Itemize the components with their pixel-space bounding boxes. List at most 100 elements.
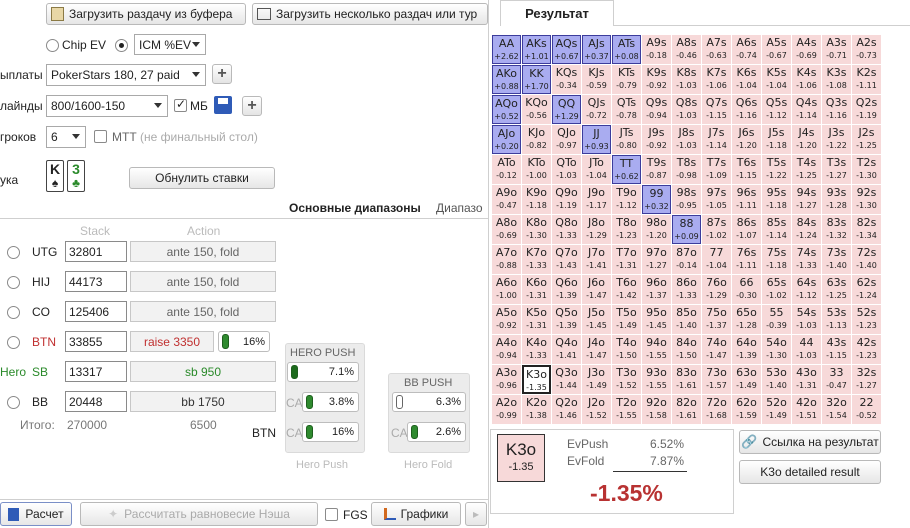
hand-card-2[interactable]: 3 ♣ [67, 160, 85, 192]
hand-cell[interactable]: AJo +0.20 [492, 125, 521, 154]
hand-cell[interactable]: J7s -1.14 [702, 125, 731, 154]
hand-cell[interactable]: 76s -1.11 [732, 245, 761, 274]
hand-cell[interactable]: 98s -0.95 [672, 185, 701, 214]
tab-result[interactable]: Результат [500, 0, 614, 26]
hand-cell[interactable]: T9s -0.87 [642, 155, 671, 184]
hand-cell[interactable]: Q3s -1.16 [822, 95, 851, 124]
hand-cell[interactable]: T4o -1.50 [612, 335, 641, 364]
hand-cell[interactable]: 62o -1.59 [732, 395, 761, 424]
hand-cell[interactable]: K7s -1.06 [702, 65, 731, 94]
hand-cell[interactable]: 43o -1.31 [792, 365, 821, 394]
seat-hij-radio[interactable] [7, 276, 20, 289]
hand-cell[interactable]: K4o -1.33 [522, 335, 551, 364]
hand-cell[interactable]: A4s -0.69 [792, 35, 821, 64]
hand-cell[interactable]: J5s -1.18 [762, 125, 791, 154]
hand-cell[interactable]: K3o -1.35 [522, 365, 551, 394]
hand-cell[interactable]: J9o -1.17 [582, 185, 611, 214]
hand-cell[interactable]: 75s -1.18 [762, 245, 791, 274]
seat-bb-stack[interactable]: 20448 [65, 391, 127, 412]
hand-cell[interactable]: K8s -1.03 [672, 65, 701, 94]
hand-cell[interactable]: T2o -1.55 [612, 395, 641, 424]
hand-cell[interactable]: 95o -1.45 [642, 305, 671, 334]
hand-cell[interactable]: K6s -1.04 [732, 65, 761, 94]
seat-sb-action[interactable]: sb 950 [130, 361, 276, 382]
hand-cell[interactable]: 64o -1.39 [732, 335, 761, 364]
tab-ranges[interactable]: Диапазо [436, 201, 483, 215]
hand-cell[interactable]: K3s -1.08 [822, 65, 851, 94]
seat-btn-radio[interactable] [7, 336, 20, 349]
hand-cell[interactable]: 83s -1.32 [822, 215, 851, 244]
hand-cell[interactable]: Q4s -1.14 [792, 95, 821, 124]
seat-bb-radio[interactable] [7, 396, 20, 409]
hand-cell[interactable]: 55 -0.39 [762, 305, 791, 334]
hero-ca2-slider[interactable]: 16% [302, 422, 359, 442]
hand-cell[interactable]: A8o -0.69 [492, 215, 521, 244]
hand-cell[interactable]: 72o -1.68 [702, 395, 731, 424]
hand-cell[interactable]: KQs -0.34 [552, 65, 581, 94]
hand-cell[interactable]: Q6s -1.16 [732, 95, 761, 124]
hand-cell[interactable]: 65o -1.28 [732, 305, 761, 334]
hand-cell[interactable]: 54o -1.30 [762, 335, 791, 364]
hand-cell[interactable]: QJs -0.72 [582, 95, 611, 124]
hand-cell[interactable]: 99 +0.32 [642, 185, 671, 214]
hand-cell[interactable]: K8o -1.30 [522, 215, 551, 244]
hand-cell[interactable]: JJ +0.93 [582, 125, 611, 154]
players-select[interactable]: 6 [46, 126, 86, 148]
hand-cell[interactable]: 65s -1.02 [762, 275, 791, 304]
hand-cell[interactable]: 52o -1.49 [762, 395, 791, 424]
hand-cell[interactable]: KQo -0.56 [522, 95, 551, 124]
hand-cell[interactable]: T8s -0.98 [672, 155, 701, 184]
result-link-button[interactable]: 🔗 Ссылка на результат [739, 430, 881, 454]
bb-ca-slider[interactable]: 2.6% [407, 422, 466, 442]
hand-cell[interactable]: Q3o -1.44 [552, 365, 581, 394]
save-icon[interactable] [214, 96, 232, 114]
hand-cell[interactable]: KJs -0.59 [582, 65, 611, 94]
hand-cell[interactable]: 63o -1.49 [732, 365, 761, 394]
seat-sb-stack[interactable]: 13317 [65, 361, 127, 382]
hand-cell[interactable]: J8o -1.29 [582, 215, 611, 244]
hand-cell[interactable]: KTo -1.00 [522, 155, 551, 184]
hand-cell[interactable]: 32s -1.27 [852, 365, 881, 394]
hand-cell[interactable]: Q7s -1.15 [702, 95, 731, 124]
hand-cell[interactable]: T6s -1.15 [732, 155, 761, 184]
hand-cell[interactable]: J9s -0.92 [642, 125, 671, 154]
icm-ev-radio[interactable] [115, 39, 128, 52]
hand-cell[interactable]: T4s -1.25 [792, 155, 821, 184]
hand-cell[interactable]: J3s -1.22 [822, 125, 851, 154]
hand-cell[interactable]: J6s -1.20 [732, 125, 761, 154]
seat-co-radio[interactable] [7, 306, 20, 319]
hand-cell[interactable]: T5s -1.22 [762, 155, 791, 184]
hero-push-slider[interactable]: 7.1% [287, 362, 359, 382]
hand-cell[interactable]: Q5s -1.12 [762, 95, 791, 124]
hand-cell[interactable]: 86s -1.07 [732, 215, 761, 244]
hand-cell[interactable]: T8o -1.23 [612, 215, 641, 244]
hand-cell[interactable]: 87o -0.14 [672, 245, 701, 274]
hand-card-1[interactable]: K ♠ [46, 160, 64, 192]
mtt-checkbox[interactable] [94, 130, 107, 143]
hand-cell[interactable]: 73s -1.40 [822, 245, 851, 274]
hand-cell[interactable]: Q2s -1.19 [852, 95, 881, 124]
hand-cell[interactable]: Q8s -1.03 [672, 95, 701, 124]
hand-cell[interactable]: 33 -0.47 [822, 365, 851, 394]
add-payout-button[interactable]: + [212, 64, 232, 84]
hand-cell[interactable]: Q5o -1.39 [552, 305, 581, 334]
hand-cell[interactable]: 92o -1.58 [642, 395, 671, 424]
chip-ev-radio[interactable] [46, 39, 59, 52]
hand-cell[interactable]: 53s -1.13 [822, 305, 851, 334]
hand-cell[interactable]: A2s -0.73 [852, 35, 881, 64]
hand-cell[interactable]: QTs -0.78 [612, 95, 641, 124]
hand-cell[interactable]: 88 +0.09 [672, 215, 701, 244]
hand-cell[interactable]: AJs +0.37 [582, 35, 611, 64]
bb-push-slider[interactable]: 6.3% [392, 392, 466, 412]
hand-cell[interactable]: A6s -0.74 [732, 35, 761, 64]
seat-utg-stack[interactable]: 32801 [65, 241, 127, 262]
hand-cell[interactable]: 86o -1.33 [672, 275, 701, 304]
seat-hij-stack[interactable]: 44173 [65, 271, 127, 292]
seat-bb-action[interactable]: bb 1750 [130, 391, 276, 412]
more-button[interactable]: ▸ [465, 502, 487, 526]
hand-cell[interactable]: 96s -1.11 [732, 185, 761, 214]
hand-cell[interactable]: AKs +1.01 [522, 35, 551, 64]
hand-cell[interactable]: K4s -1.06 [792, 65, 821, 94]
hand-cell[interactable]: QQ +1.29 [552, 95, 581, 124]
hand-cell[interactable]: Q8o -1.33 [552, 215, 581, 244]
